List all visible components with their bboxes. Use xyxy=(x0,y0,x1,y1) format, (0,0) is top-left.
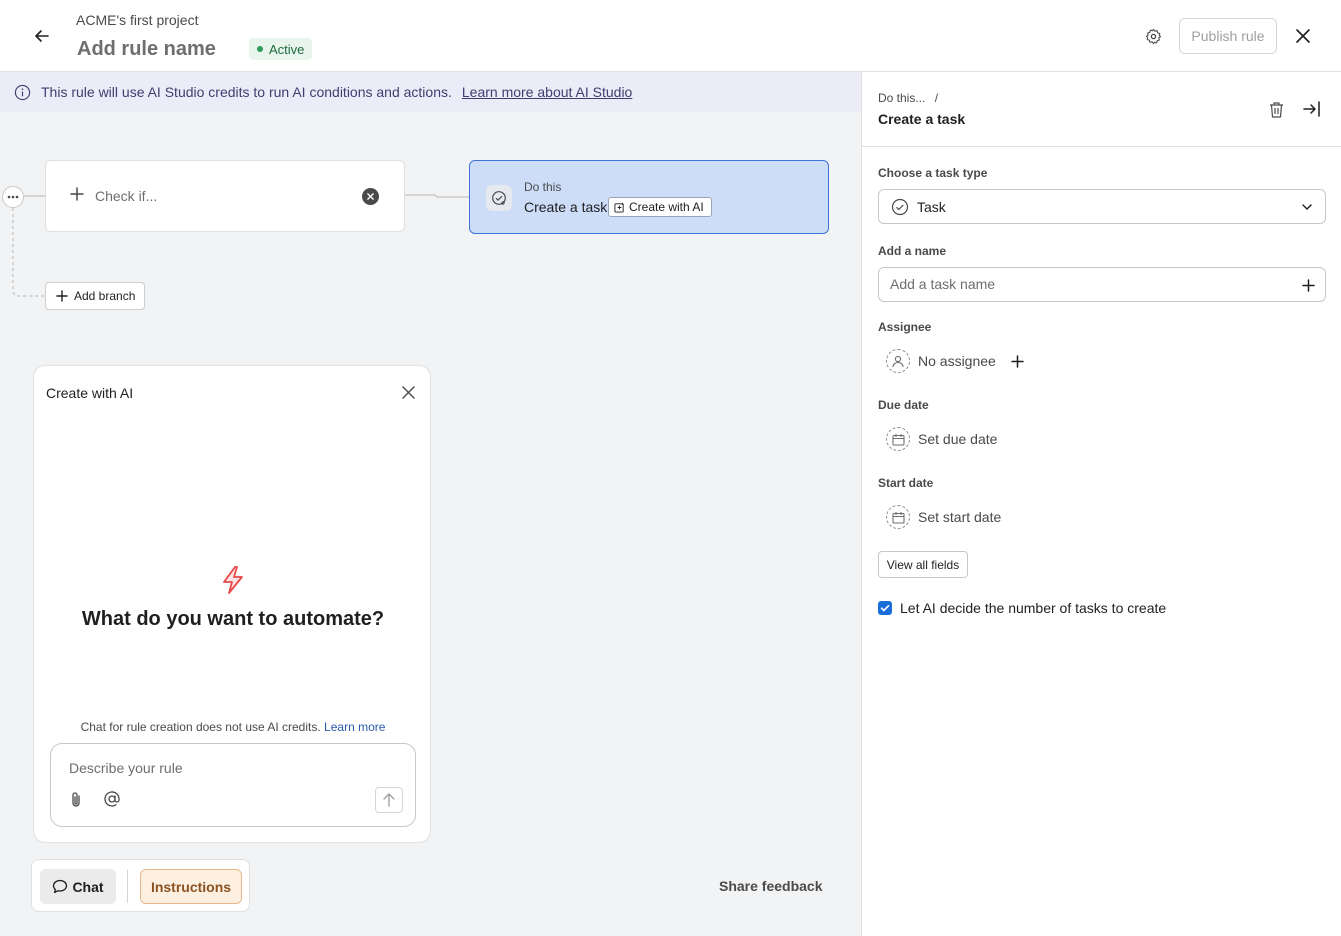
task-details-panel: Do this... / Create a task Choose a task… xyxy=(861,72,1341,936)
plus-icon[interactable] xyxy=(1299,276,1317,294)
task-check-icon xyxy=(486,185,512,211)
describe-rule-input[interactable]: Describe your rule xyxy=(50,743,416,827)
ai-panel-heading: What do you want to automate? xyxy=(81,608,385,630)
ai-note-learn-more-link[interactable]: Learn more xyxy=(324,720,385,734)
status-badge-label: Active xyxy=(269,41,305,57)
due-date-label: Due date xyxy=(878,398,929,412)
due-date-value: Set due date xyxy=(918,431,998,447)
divider xyxy=(127,870,128,903)
clear-icon[interactable] xyxy=(362,188,379,205)
ai-credits-note: Chat for rule creation does not use AI c… xyxy=(34,720,432,734)
add-branch-label: Add branch xyxy=(74,289,136,303)
view-all-fields-button[interactable]: View all fields xyxy=(878,551,968,578)
send-button[interactable] xyxy=(375,787,403,813)
describe-rule-placeholder: Describe your rule xyxy=(69,760,183,776)
project-name[interactable]: ACME's first project xyxy=(76,12,198,28)
task-type-select[interactable]: Task xyxy=(878,189,1326,224)
at-mention-icon[interactable] xyxy=(103,790,121,808)
person-icon xyxy=(886,349,910,373)
breadcrumb-do-this[interactable]: Do this... xyxy=(878,91,925,105)
create-with-ai-chip-label: Create with AI xyxy=(629,200,704,214)
calendar-icon xyxy=(886,505,910,529)
check-if-label: Check if... xyxy=(95,188,158,204)
task-type-value: Task xyxy=(917,198,946,215)
due-date-picker[interactable]: Set due date xyxy=(886,426,997,452)
collapse-panel-icon[interactable] xyxy=(1301,98,1323,120)
calendar-icon xyxy=(886,427,910,451)
do-this-title: Create a task xyxy=(524,199,608,215)
do-this-card[interactable]: Do this Create a task Create with AI xyxy=(469,160,829,234)
ai-decide-option: Let AI decide the number of tasks to cre… xyxy=(878,600,1166,616)
check-if-card[interactable]: Check if... xyxy=(45,160,405,232)
breadcrumb-separator: / xyxy=(934,91,939,105)
panel-title: Create a task xyxy=(878,111,966,127)
breadcrumb: Do this... / xyxy=(878,91,938,105)
arrow-up-icon xyxy=(383,793,395,807)
assignee-picker[interactable]: No assignee xyxy=(886,348,996,374)
panel-header: Do this... / Create a task xyxy=(862,72,1341,147)
close-icon[interactable] xyxy=(398,382,418,402)
ai-sparkle-icon xyxy=(614,201,624,213)
ai-decide-label: Let AI decide the number of tasks to cre… xyxy=(900,600,1167,616)
assignee-value: No assignee xyxy=(918,353,996,369)
ai-decide-checkbox[interactable] xyxy=(878,601,892,615)
add-assignee-plus-icon[interactable] xyxy=(1008,352,1026,370)
instructions-tab-button[interactable]: Instructions xyxy=(140,869,242,904)
paperclip-icon[interactable] xyxy=(69,791,85,809)
task-name-label: Add a name xyxy=(878,244,947,258)
more-options-icon[interactable] xyxy=(2,186,24,208)
create-with-ai-panel: Create with AI What do you want to autom… xyxy=(33,365,431,843)
gear-icon[interactable] xyxy=(1140,23,1166,49)
lightning-bolt-icon xyxy=(223,566,243,594)
header: ACME's first project Add rule name Activ… xyxy=(0,0,1341,72)
plus-icon xyxy=(56,290,68,302)
chevron-down-icon xyxy=(1302,204,1312,210)
checkmark-icon xyxy=(880,605,890,612)
chat-tab-button[interactable]: Chat xyxy=(40,869,116,904)
trash-icon[interactable] xyxy=(1265,98,1287,120)
chat-bubble-icon xyxy=(53,879,68,894)
add-branch-button[interactable]: Add branch xyxy=(45,282,145,310)
mode-toggle-bar: Chat Instructions xyxy=(31,859,250,912)
task-name-field[interactable] xyxy=(878,267,1326,302)
task-type-label: Choose a task type xyxy=(878,166,988,180)
back-arrow-icon[interactable] xyxy=(28,22,56,50)
status-dot-icon xyxy=(257,46,263,52)
plus-icon xyxy=(70,187,84,201)
status-badge: Active xyxy=(249,38,313,60)
publish-rule-button[interactable]: Publish rule xyxy=(1179,18,1277,54)
check-circle-icon xyxy=(891,198,909,215)
chat-tab-label: Chat xyxy=(72,878,104,895)
do-this-label: Do this xyxy=(524,180,562,194)
ai-note-text: Chat for rule creation does not use AI c… xyxy=(80,720,321,734)
rule-canvas[interactable]: This rule will use AI Studio credits to … xyxy=(0,72,861,936)
close-icon[interactable] xyxy=(1290,23,1316,49)
create-with-ai-chip[interactable]: Create with AI xyxy=(608,197,712,217)
start-date-picker[interactable]: Set start date xyxy=(886,504,1001,530)
share-feedback-link[interactable]: Share feedback xyxy=(719,878,823,894)
task-name-input[interactable] xyxy=(890,276,1280,292)
start-date-value: Set start date xyxy=(918,509,1002,525)
assignee-label: Assignee xyxy=(878,320,932,334)
start-date-label: Start date xyxy=(878,476,934,490)
ai-panel-title: Create with AI xyxy=(46,385,134,401)
rule-name-field[interactable]: Add rule name xyxy=(77,38,216,61)
